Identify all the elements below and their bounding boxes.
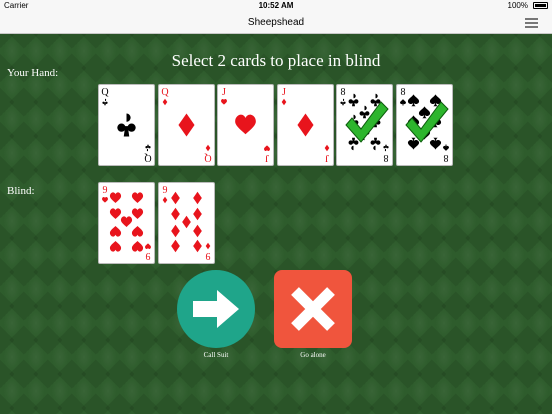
- card-rank: 8: [341, 87, 346, 98]
- status-bar: Carrier 10:52 AM 100%: [0, 0, 552, 12]
- hearts-pip: [109, 208, 122, 219]
- card-rank: 8: [443, 152, 448, 163]
- card-rank: 8: [384, 152, 389, 163]
- hearts-pip: [109, 226, 122, 237]
- your-hand-label: Your Hand:: [7, 67, 59, 79]
- clubs-pip: [348, 137, 359, 151]
- hamburger-menu-icon[interactable]: [525, 18, 538, 28]
- hearts-pip: [131, 241, 144, 252]
- hearts-pip: [235, 114, 256, 135]
- hand-card-8-spades[interactable]: 88: [395, 84, 453, 166]
- card-rank: Q: [101, 87, 109, 98]
- go-alone-label: Go alone: [300, 351, 326, 359]
- diamonds-pip: [296, 113, 314, 137]
- hearts-pip: [264, 145, 270, 151]
- spades-pip: [418, 106, 430, 119]
- spades-pip: [399, 99, 406, 106]
- diamonds-pip: [281, 98, 286, 106]
- clubs-pip: [348, 93, 359, 107]
- clubs-pip: [370, 137, 381, 151]
- hearts-pip: [221, 99, 227, 105]
- diamonds-pip: [162, 98, 167, 106]
- selected-check-icon: [345, 101, 389, 143]
- blind-card-9-diamonds[interactable]: 99: [157, 182, 215, 264]
- clubs-pip: [340, 98, 346, 106]
- clubs-pip: [117, 113, 136, 137]
- arrow-right-icon: [193, 290, 239, 328]
- diamonds-pip: [192, 224, 202, 238]
- hand-card-8-clubs[interactable]: 88: [336, 84, 393, 166]
- clubs-pip: [359, 105, 370, 119]
- diamonds-pip: [162, 196, 167, 204]
- card-rank: 9: [146, 250, 151, 261]
- clubs-pip: [383, 144, 389, 152]
- diamonds-pip: [170, 207, 180, 221]
- diamonds-pip: [181, 215, 191, 229]
- call-suit-label: Call Suit: [203, 351, 229, 359]
- diamonds-pip: [192, 207, 202, 221]
- spades-pip: [442, 144, 449, 151]
- hearts-pip: [131, 192, 144, 203]
- diamonds-pip: [192, 191, 202, 205]
- diamonds-pip: [170, 191, 180, 205]
- close-x-icon: [291, 287, 335, 331]
- spades-pip: [407, 137, 419, 150]
- card-rank: J: [324, 152, 328, 163]
- diamonds-pip: [170, 224, 180, 238]
- blind-label: Blind:: [7, 185, 35, 197]
- battery-percent: 100%: [507, 1, 528, 10]
- hearts-pip: [102, 197, 108, 203]
- hearts-pip: [109, 192, 122, 203]
- hand-card-Q-diamonds[interactable]: QQ: [157, 84, 215, 166]
- hand-card-Q-clubs[interactable]: QQ: [98, 84, 155, 166]
- diamonds-pip: [205, 242, 210, 250]
- hearts-pip: [131, 208, 144, 219]
- hand-card-J-hearts[interactable]: JJ: [217, 84, 274, 166]
- call-suit-button[interactable]: [177, 270, 255, 348]
- card-rank: 9: [205, 250, 210, 261]
- clubs-pip: [102, 98, 108, 106]
- clubs-pip: [145, 144, 151, 152]
- clock: 10:52 AM: [258, 1, 294, 10]
- blind-card-9-hearts[interactable]: 99: [98, 182, 155, 264]
- go-alone-button[interactable]: [274, 270, 352, 348]
- hearts-pip: [131, 226, 144, 237]
- battery-icon: [533, 2, 548, 9]
- card-rank: J: [265, 152, 269, 163]
- card-rank: 8: [400, 87, 405, 98]
- diamonds-pip: [170, 239, 180, 253]
- spades-pip: [429, 137, 441, 150]
- hearts-pip: [145, 243, 151, 249]
- card-rank: J: [222, 87, 226, 98]
- card-rank: 9: [103, 185, 108, 196]
- card-rank: 9: [162, 185, 167, 196]
- hand-card-J-diamonds[interactable]: JJ: [276, 84, 334, 166]
- app-title: Sheepshead: [247, 17, 305, 28]
- hearts-pip: [120, 216, 133, 227]
- card-rank: J: [282, 87, 286, 98]
- diamonds-pip: [177, 113, 195, 137]
- nav-bar: Sheepshead: [0, 12, 552, 34]
- diamonds-pip: [324, 144, 329, 152]
- spades-pip: [407, 94, 419, 107]
- instruction-text: Select 2 cards to place in blind: [171, 51, 381, 70]
- card-rank: Q: [144, 152, 152, 163]
- diamonds-pip: [192, 239, 202, 253]
- card-rank: Q: [203, 152, 211, 163]
- hearts-pip: [109, 241, 122, 252]
- card-rank: Q: [161, 87, 169, 98]
- diamonds-pip: [205, 144, 210, 152]
